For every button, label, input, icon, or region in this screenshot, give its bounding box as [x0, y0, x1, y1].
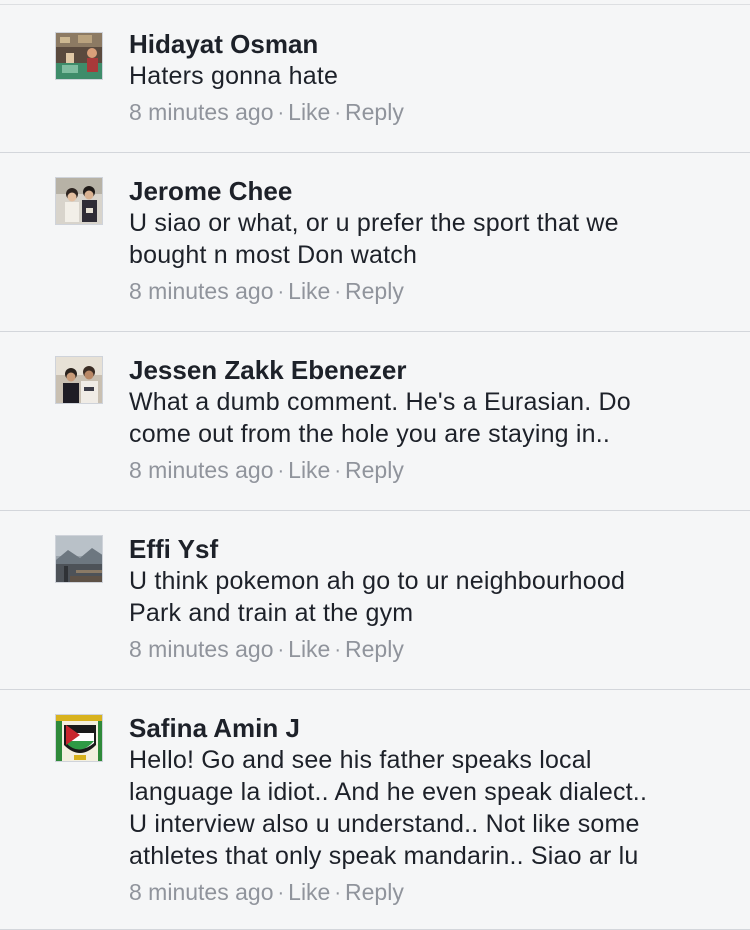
avatar-landscape-icon [56, 536, 102, 582]
comment-text: What a dumb comment. He's a Eurasian. Do… [129, 386, 730, 450]
comment-text-line: Hello! Go and see his father speaks loca… [129, 746, 592, 774]
comment-author[interactable]: Jerome Chee [129, 175, 730, 207]
separator-dot: · [334, 639, 342, 661]
separator-dot: · [334, 460, 342, 482]
comment-text-line: bought n most Don watch [129, 241, 418, 269]
comment-author[interactable]: Safina Amin J [129, 712, 730, 744]
like-link[interactable]: Like [288, 636, 330, 662]
reply-link[interactable]: Reply [345, 636, 404, 662]
comment-text: Hello! Go and see his father speaks loca… [129, 744, 730, 872]
avatar-photo-icon [56, 33, 102, 79]
comment-timestamp[interactable]: 8 minutes ago [129, 879, 273, 905]
separator-dot: · [277, 102, 285, 124]
flag-emblem-icon [56, 715, 102, 761]
avatar-photo-icon [56, 178, 102, 224]
comment-meta: 8 minutes ago · Like · Reply [129, 633, 730, 666]
comment-author[interactable]: Hidayat Osman [129, 28, 730, 60]
comment-text-line: U siao or what, or u prefer the sport th… [129, 209, 619, 237]
reply-link[interactable]: Reply [345, 99, 404, 125]
comment-text-line: Haters gonna hate [129, 62, 339, 90]
reply-link[interactable]: Reply [345, 457, 404, 483]
separator-dot: · [334, 882, 342, 904]
comment-timestamp[interactable]: 8 minutes ago [129, 99, 273, 125]
reply-link[interactable]: Reply [345, 879, 404, 905]
avatar[interactable] [55, 535, 103, 583]
comment-list: Hidayat Osman Haters gonna hate 8 minute… [0, 0, 750, 930]
comment-item: Hidayat Osman Haters gonna hate 8 minute… [0, 5, 750, 153]
reply-link[interactable]: Reply [345, 278, 404, 304]
comment-author[interactable]: Effi Ysf [129, 533, 730, 565]
comment-text-line: Park and train at the gym [129, 599, 414, 627]
comment-text-line: athletes that only speak mandarin.. Siao… [129, 842, 639, 870]
comment-meta: 8 minutes ago · Like · Reply [129, 454, 730, 487]
comment-item: Jerome Chee U siao or what, or u prefer … [0, 153, 750, 332]
comment-timestamp[interactable]: 8 minutes ago [129, 278, 273, 304]
comment-timestamp[interactable]: 8 minutes ago [129, 636, 273, 662]
comment-text-line: come out from the hole you are staying i… [129, 420, 611, 448]
comment-text-line: language la idiot.. And he even speak di… [129, 778, 648, 806]
avatar-photo-icon [56, 357, 102, 403]
like-link[interactable]: Like [288, 457, 330, 483]
separator-dot: · [334, 102, 342, 124]
separator-dot: · [277, 460, 285, 482]
comment-item: Jessen Zakk Ebenezer What a dumb comment… [0, 332, 750, 511]
comment-meta: 8 minutes ago · Like · Reply [129, 275, 730, 308]
like-link[interactable]: Like [288, 278, 330, 304]
avatar[interactable] [55, 32, 103, 80]
separator-dot: · [277, 882, 285, 904]
comment-meta: 8 minutes ago · Like · Reply [129, 96, 730, 129]
comment-text-line: What a dumb comment. He's a Eurasian. Do [129, 388, 631, 416]
comment-meta: 8 minutes ago · Like · Reply [129, 876, 730, 909]
comment-text-line: U think pokemon ah go to ur neighbourhoo… [129, 567, 626, 595]
avatar[interactable] [55, 177, 103, 225]
avatar[interactable] [55, 714, 103, 762]
avatar[interactable] [55, 356, 103, 404]
comment-timestamp[interactable]: 8 minutes ago [129, 457, 273, 483]
comment-text: U think pokemon ah go to ur neighbourhoo… [129, 565, 730, 629]
separator-dot: · [334, 281, 342, 303]
like-link[interactable]: Like [288, 879, 330, 905]
comment-item: Safina Amin J Hello! Go and see his fath… [0, 690, 750, 930]
comment-text: U siao or what, or u prefer the sport th… [129, 207, 730, 271]
comment-text: Haters gonna hate [129, 60, 730, 92]
separator-dot: · [277, 281, 285, 303]
comment-text-line: U interview also u understand.. Not like… [129, 810, 640, 838]
like-link[interactable]: Like [288, 99, 330, 125]
comment-item: Effi Ysf U think pokemon ah go to ur nei… [0, 511, 750, 690]
separator-dot: · [277, 639, 285, 661]
comment-author[interactable]: Jessen Zakk Ebenezer [129, 354, 730, 386]
